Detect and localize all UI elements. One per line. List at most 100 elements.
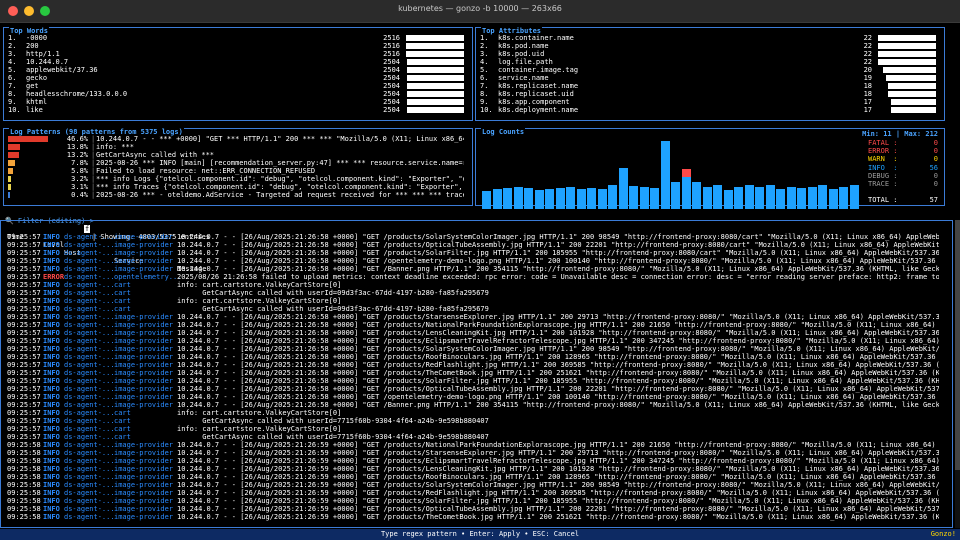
- table-row[interactable]: 09:25:58 INFO ds-agent-... image-provider 10…: [7, 441, 947, 449]
- table-row[interactable]: 09:25:58 INFO ds-agent-... image-provider 10…: [7, 457, 947, 465]
- list-item[interactable]: 9. khtml 2504: [8, 98, 468, 106]
- table-row[interactable]: 09:25:57 INFO ds-agent-... image-provider 10…: [7, 369, 947, 377]
- table-row[interactable]: 09:25:58 INFO ds-agent-... image-provider 10…: [7, 497, 947, 505]
- table-row[interactable]: 09:25:57 INFO ds-agent-... cart info: cart.c…: [7, 281, 947, 289]
- list-item[interactable]: 7. get 2504: [8, 82, 468, 90]
- cell-service: cart: [114, 425, 131, 433]
- top-words-panel[interactable]: Top Words 1. -0000 2516 2. 200 2516 3. http/1.1…: [3, 27, 473, 121]
- list-item[interactable]: 1. k8s.container.name 22: [480, 34, 940, 42]
- top-attributes-panel[interactable]: Top Attributes 1. k8s.container.name 22 2. k…: [475, 27, 945, 121]
- pattern-row[interactable]: 3.1% | *** info Traces {"otelcol.component…: [8, 183, 468, 191]
- list-item[interactable]: 6. gecko 2504: [8, 74, 468, 82]
- list-item[interactable]: 5. applewebkit/37.36 2504: [8, 66, 468, 74]
- table-row[interactable]: 09:25:57 INFO ds-agent-... image-provider 10…: [7, 329, 947, 337]
- pattern-row[interactable]: 0.4% | 2025-08-26 *** - oteldemo.AdService…: [8, 191, 468, 199]
- cell-message: 10.244.0.7 - - [26/Aug/2025:21:26:59 +00…: [177, 449, 939, 457]
- table-row[interactable]: 09:25:58 INFO ds-agent-... image-provider 10…: [7, 449, 947, 457]
- table-row[interactable]: 09:25:57 INFO ds-agent-... image-provider 10…: [7, 265, 947, 273]
- pattern-row[interactable]: 13.8% | info: ***: [8, 143, 468, 151]
- count-bar: [702, 187, 712, 209]
- table-row[interactable]: 09:25:57 INFO ds-agent-... image-provider 10…: [7, 337, 947, 345]
- table-row[interactable]: 09:25:57 INFO ds-agent-... image-provider 10…: [7, 249, 947, 257]
- pattern-row[interactable]: 46.6% | 10.244.0.7 - - *** +0000] "GET ***…: [8, 135, 468, 143]
- panel-title: Log Counts: [481, 128, 526, 136]
- table-row[interactable]: 09:25:57 INFO ds-agent-... image-provider 10…: [7, 401, 947, 409]
- list-item[interactable]: 2. k8s.pod.name 22: [480, 42, 940, 50]
- table-row[interactable]: 09:25:57 INFO ds-agent-... image-provider 10…: [7, 345, 947, 353]
- count-bar: [555, 188, 565, 209]
- list-item[interactable]: 10. k8s.deployment.name 17: [480, 106, 940, 114]
- table-row[interactable]: 09:25:57 ERROR ds-agent-... opentelemetry..…: [7, 273, 947, 281]
- cell-level: INFO: [43, 321, 60, 329]
- list-item[interactable]: 3. k8s.pod.uid 22: [480, 50, 940, 58]
- table-row[interactable]: 09:25:57 INFO ds-agent-... image-provider 10…: [7, 377, 947, 385]
- scrollbar[interactable]: [955, 220, 960, 528]
- pattern-row[interactable]: 7.8% | 2025-08-26 *** INFO [main] [recomme…: [8, 159, 468, 167]
- table-row[interactable]: 09:25:58 INFO ds-agent-... image-provider 10…: [7, 489, 947, 497]
- rank: 2.: [480, 42, 489, 50]
- table-row[interactable]: 09:25:57 INFO ds-agent-... cart GetCartAsyn…: [7, 289, 947, 297]
- list-item[interactable]: 8. headlesschrome/133.0.0.0 2504: [8, 90, 468, 98]
- count-bar: [587, 188, 596, 209]
- filter-bar[interactable]: 🔍 Filter (editing) > f | Showing: 4803/5…: [0, 209, 960, 241]
- list-item[interactable]: 2. 200 2516: [8, 42, 468, 50]
- pattern-row[interactable]: 3.2% | *** info Logs {"otelcol.component.i…: [8, 175, 468, 183]
- item-count: 22: [863, 34, 872, 42]
- list-item[interactable]: 3. http/1.1 2516: [8, 50, 468, 58]
- table-row[interactable]: 09:25:58 INFO ds-agent-... image-provider 10…: [7, 473, 947, 481]
- item-count: 17: [863, 98, 872, 106]
- list-item[interactable]: 4. log.file.path 22: [480, 58, 940, 66]
- list-item[interactable]: 10. like 2504: [8, 106, 468, 114]
- table-row[interactable]: 09:25:57 INFO ds-agent-... image-provider 10…: [7, 233, 947, 241]
- table-row[interactable]: 09:25:58 INFO ds-agent-... image-provider 10…: [7, 505, 947, 513]
- log-patterns-panel[interactable]: Log Patterns (98 patterns from 5375 logs…: [3, 128, 473, 206]
- cell-message: 10.244.0.7 - - [26/Aug/2025:21:26:58 +00…: [177, 385, 939, 393]
- cell-message: 10.244.0.7 - - [26/Aug/2025:21:26:58 +00…: [177, 353, 939, 361]
- list-item[interactable]: 6. service.name 19: [480, 74, 940, 82]
- table-row[interactable]: 09:25:58 INFO ds-agent-... image-provider 10…: [7, 481, 947, 489]
- list-item[interactable]: 7. k8s.replicaset.name 18: [480, 82, 940, 90]
- cell-host: ds-agent-...: [64, 481, 115, 489]
- table-row[interactable]: 09:25:57 INFO ds-agent-... image-provider 10…: [7, 385, 947, 393]
- table-row[interactable]: 09:25:57 INFO ds-agent-... cart info: cart.c…: [7, 409, 947, 417]
- log-counts-panel[interactable]: Log Counts Min: 11 | Max: 212 FATAL :0 ER…: [475, 128, 945, 209]
- cell-service: image-provider: [114, 505, 174, 513]
- cell-service: image-provider: [114, 353, 174, 361]
- table-row[interactable]: 09:25:57 INFO ds-agent-... image-provider 10…: [7, 257, 947, 265]
- pattern-percent: 13.8%: [66, 143, 88, 151]
- list-item[interactable]: 1. -0000 2516: [8, 34, 468, 42]
- list-item[interactable]: 5. container.image.tag 20: [480, 66, 940, 74]
- pattern-row[interactable]: 13.2% | GetCartAsync called with ***: [8, 151, 468, 159]
- cell-message: info: cart.cartstore.ValkeyCartStore[0]: [177, 425, 342, 433]
- table-row[interactable]: 09:25:57 INFO ds-agent-... image-provider 10…: [7, 393, 947, 401]
- table-row[interactable]: 09:25:57 INFO ds-agent-... image-provider 10…: [7, 313, 947, 321]
- list-item[interactable]: 4. 10.244.0.7 2504: [8, 58, 468, 66]
- log-table[interactable]: Time Level Host Service Message 09:25:57…: [0, 220, 953, 528]
- cell-service: image-provider: [114, 233, 174, 241]
- pattern-percent: 0.4%: [71, 191, 88, 199]
- count-bar: [839, 187, 848, 209]
- table-row[interactable]: 09:25:57 INFO ds-agent-... image-provider 10…: [7, 353, 947, 361]
- table-row[interactable]: 09:25:57 INFO ds-agent-... cart info: cart.c…: [7, 297, 947, 305]
- table-row[interactable]: 09:25:57 INFO ds-agent-... image-provider 10…: [7, 361, 947, 369]
- item-label: k8s.container.name: [498, 34, 574, 42]
- pattern-row[interactable]: 5.8% | Failed to load resource: net::ERR_C…: [8, 167, 468, 175]
- list-item[interactable]: 9. k8s.app.component 17: [480, 98, 940, 106]
- item-bar: [878, 35, 936, 41]
- item-label: khtml: [26, 98, 48, 106]
- list-item[interactable]: 8. k8s.replicaset.uid 18: [480, 90, 940, 98]
- cell-time: 09:25:58: [7, 465, 41, 473]
- table-row[interactable]: 09:25:57 INFO ds-agent-... cart info: cart.c…: [7, 425, 947, 433]
- table-row[interactable]: 09:25:57 INFO ds-agent-... image-provider 10…: [7, 241, 947, 249]
- table-row[interactable]: 09:25:57 INFO ds-agent-... cart GetCartAsyn…: [7, 305, 947, 313]
- table-row[interactable]: 09:25:58 INFO ds-agent-... image-provider 10…: [7, 513, 947, 521]
- table-row[interactable]: 09:25:57 INFO ds-agent-... cart GetCartAsyn…: [7, 433, 947, 441]
- table-row[interactable]: 09:25:57 INFO ds-agent-... image-provider 10…: [7, 321, 947, 329]
- table-row[interactable]: 09:25:58 INFO ds-agent-... image-provider 10…: [7, 465, 947, 473]
- table-row[interactable]: 09:25:57 INFO ds-agent-... cart GetCartAsyn…: [7, 417, 947, 425]
- count-bar: [681, 177, 691, 209]
- scrollbar-thumb[interactable]: [955, 220, 960, 470]
- cell-level: INFO: [43, 409, 60, 417]
- legend-value: 0: [933, 179, 938, 188]
- cell-message: 10.244.0.7 - - [26/Aug/2025:21:26:58 +00…: [177, 329, 939, 337]
